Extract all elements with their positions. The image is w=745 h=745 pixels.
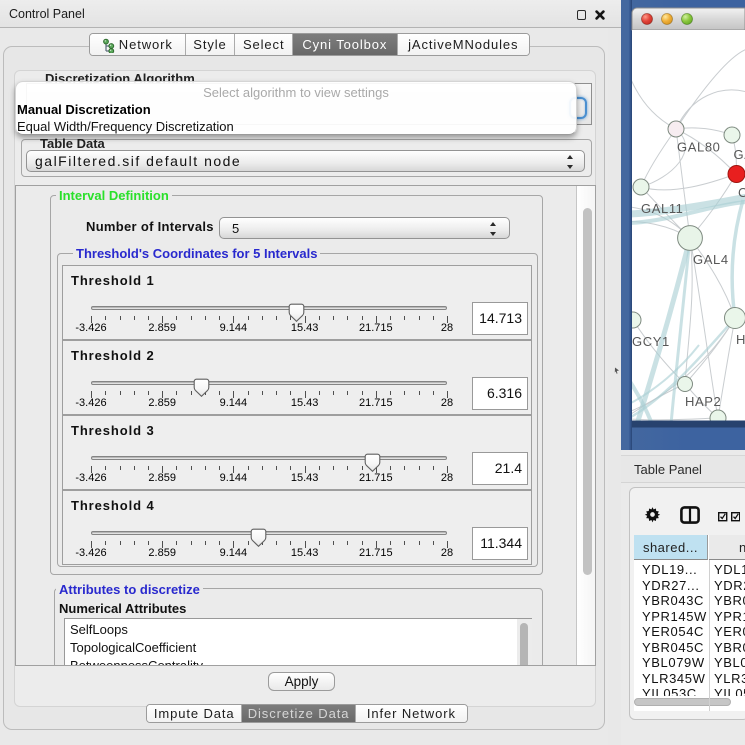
- svg-text:GCY1: GCY1: [632, 334, 670, 349]
- svg-text:HAP2: HAP2: [685, 394, 721, 409]
- svg-text:GAL80: GAL80: [677, 140, 720, 155]
- svg-text:HA: HA: [736, 332, 745, 347]
- svg-text:GAL4: GAL4: [693, 252, 729, 267]
- svg-text:C: C: [738, 185, 745, 200]
- svg-text:GAL11: GAL11: [641, 201, 684, 216]
- svg-text:GA: GA: [734, 147, 745, 162]
